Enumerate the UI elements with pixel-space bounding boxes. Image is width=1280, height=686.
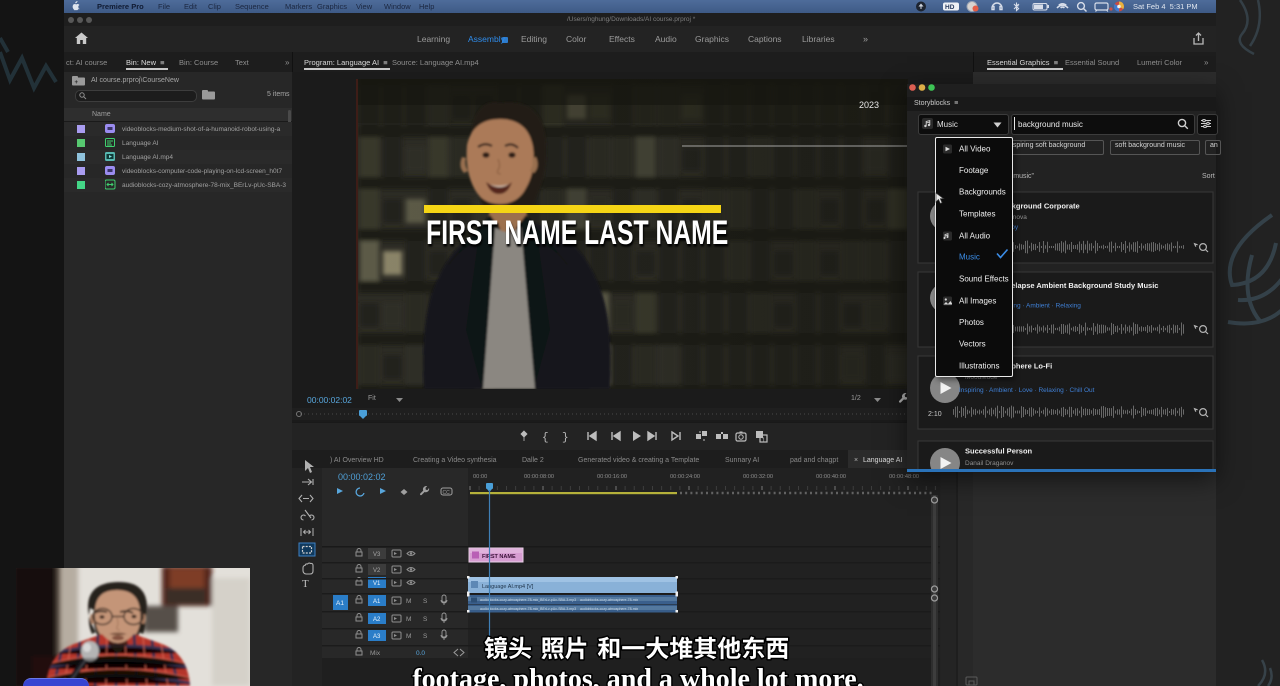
svg-text:footage, photos, and a whole l: footage, photos, and a whole lot more. (412, 664, 863, 686)
